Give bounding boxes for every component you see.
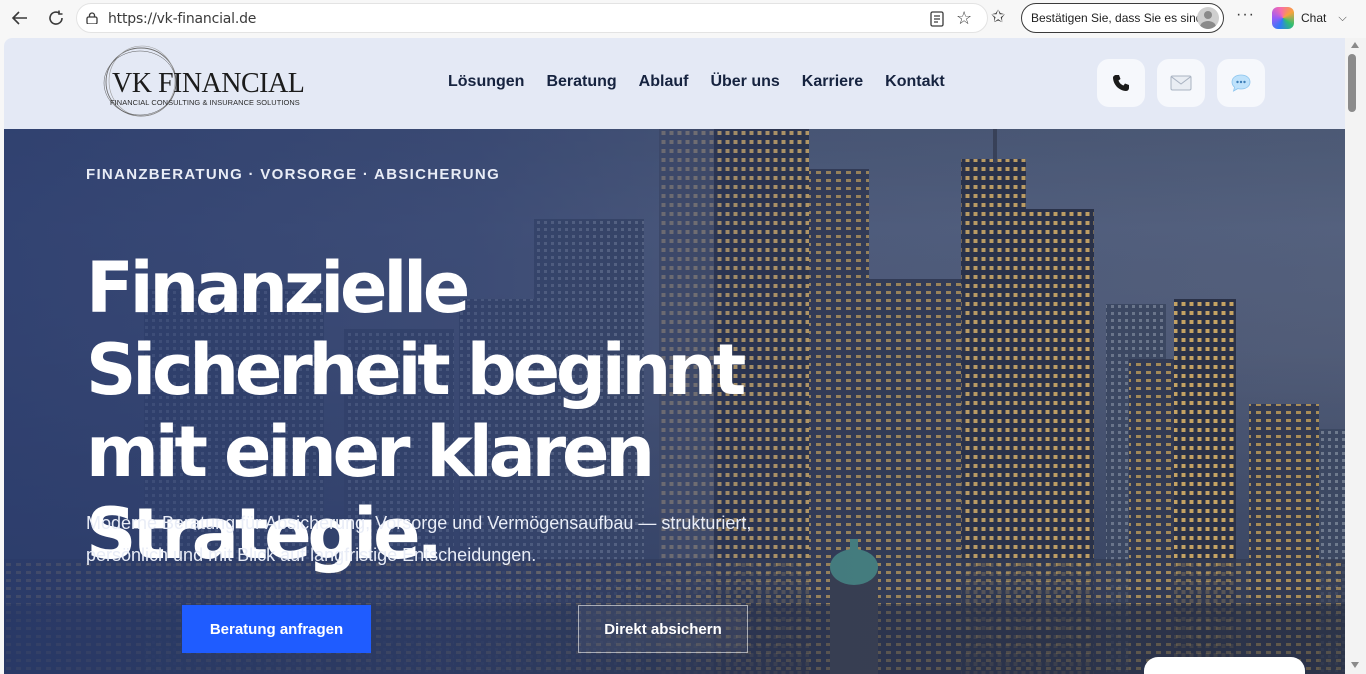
reload-icon[interactable] [43, 6, 69, 30]
nav-link-beratung[interactable]: Beratung [546, 73, 616, 91]
nav-link-ablauf[interactable]: Ablauf [639, 73, 689, 91]
page-viewport: VK FINANCIAL FINANCIAL CONSULTING & INSU… [4, 38, 1345, 674]
chevron-down-icon[interactable]: ⌵ [1338, 12, 1346, 25]
mail-button[interactable] [1157, 59, 1205, 107]
phone-button[interactable] [1097, 59, 1145, 107]
profile-verify-button[interactable]: Bestätigen Sie, dass Sie es sind [1021, 3, 1224, 33]
address-bar[interactable]: https://vk-financial.de ☆ [76, 3, 988, 33]
verify-label: Bestätigen Sie, dass Sie es sind [1031, 11, 1203, 25]
more-options-icon[interactable]: ··· [1236, 6, 1255, 24]
hero-eyebrow: FINANZBERATUNG · VORSORGE · ABSICHERUNG [86, 166, 501, 183]
hero-section: FINANZBERATUNG · VORSORGE · ABSICHERUNG … [4, 129, 1345, 674]
copilot-label: Chat [1301, 11, 1327, 25]
url-text[interactable]: https://vk-financial.de [108, 11, 256, 27]
mail-icon [1170, 75, 1192, 91]
scroll-up-arrow-icon[interactable] [1351, 42, 1359, 48]
logo-name: VK FINANCIAL [112, 68, 305, 99]
scrollbar-thumb[interactable] [1348, 54, 1356, 112]
scroll-down-arrow-icon[interactable] [1351, 662, 1359, 668]
site-header: VK FINANCIAL FINANCIAL CONSULTING & INSU… [4, 38, 1345, 129]
favorite-star-icon[interactable]: ☆ [956, 9, 972, 27]
chat-button[interactable] [1217, 59, 1265, 107]
nav-link-kontakt[interactable]: Kontakt [885, 73, 945, 91]
avatar [1197, 7, 1219, 29]
lock-icon[interactable] [86, 12, 98, 24]
hero-subline: Moderne Beratung für Absicherung, Vorsor… [86, 513, 752, 565]
phone-icon [1113, 75, 1129, 91]
nav-link-loesungen[interactable]: Lösungen [448, 73, 524, 91]
site-logo[interactable]: VK FINANCIAL FINANCIAL CONSULTING & INSU… [102, 44, 314, 122]
direkt-absichern-button[interactable]: Direkt absichern [578, 605, 748, 653]
back-arrow-icon[interactable] [7, 6, 33, 30]
beratung-anfragen-button[interactable]: Beratung anfragen [182, 605, 371, 653]
nav-link-karriere[interactable]: Karriere [802, 73, 863, 91]
floating-widget[interactable] [1144, 657, 1305, 674]
reader-view-icon[interactable] [930, 11, 944, 27]
logo-tagline: FINANCIAL CONSULTING & INSURANCE SOLUTIO… [110, 98, 300, 107]
browser-toolbar: https://vk-financial.de ☆ ✩ Bestätigen S… [0, 0, 1366, 36]
chat-bubble-icon [1231, 74, 1251, 92]
favorites-icon[interactable]: ✩ [991, 7, 1005, 27]
copilot-icon [1272, 7, 1294, 29]
page-scrollbar[interactable] [1345, 38, 1366, 674]
copilot-button[interactable]: Chat ⌵ [1266, 4, 1358, 32]
nav-link-ueber-uns[interactable]: Über uns [710, 73, 779, 91]
main-navigation: Lösungen Beratung Ablauf Über uns Karrie… [448, 73, 967, 91]
